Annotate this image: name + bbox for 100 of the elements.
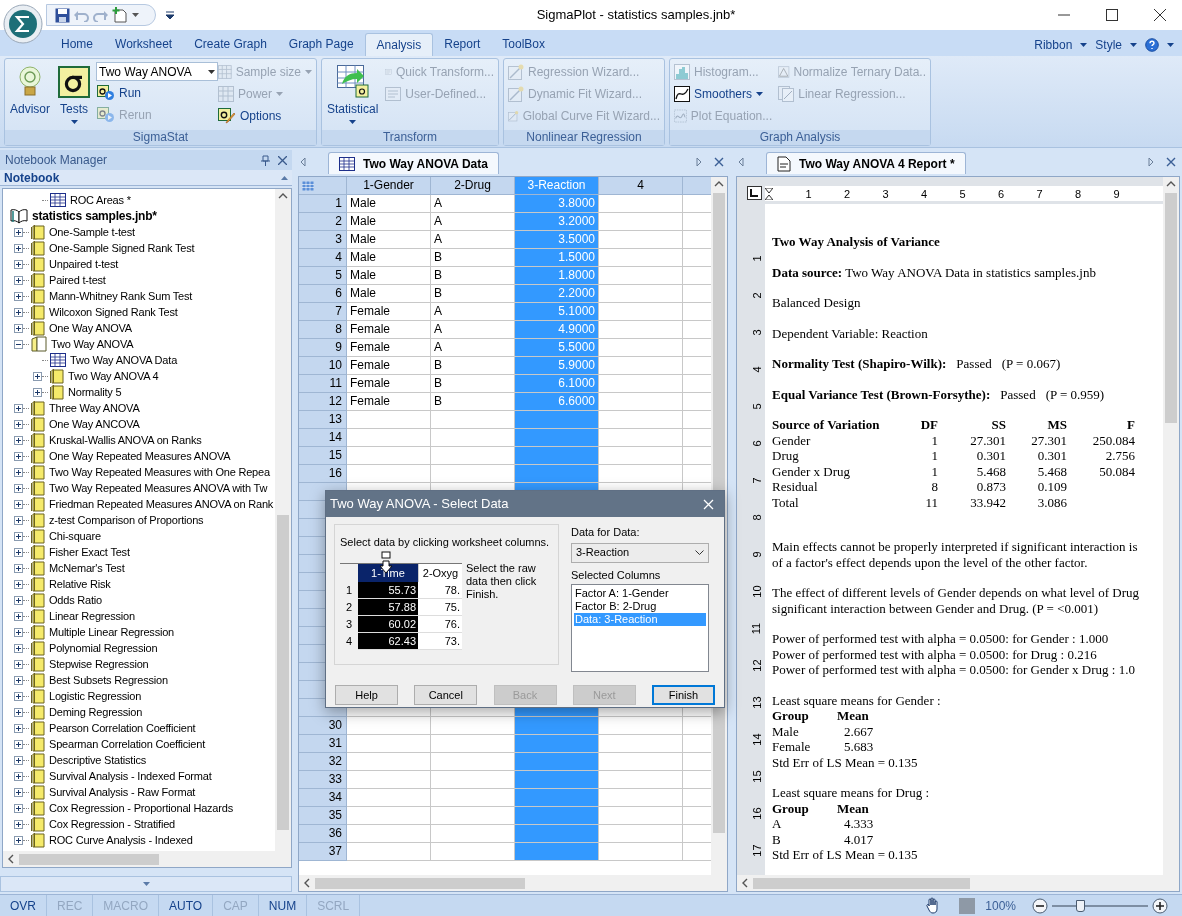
column-header[interactable]: 2-Oxyg	[418, 564, 462, 582]
close-icon[interactable]	[1154, 9, 1166, 21]
column-header[interactable]: 4	[599, 177, 683, 195]
expand-toggle[interactable]	[33, 371, 42, 381]
ribbon-tab[interactable]: ToolBox	[491, 33, 556, 56]
expand-toggle[interactable]	[14, 451, 23, 461]
tree-item[interactable]: One-Sample Signed Rank Test	[49, 239, 195, 257]
customize-icon[interactable]	[166, 11, 174, 19]
expand-toggle[interactable]	[14, 515, 23, 525]
column-header[interactable]: 1-Gender	[347, 177, 431, 195]
scroll-left-icon[interactable]	[303, 878, 311, 888]
maximize-icon[interactable]	[1106, 9, 1118, 21]
tree-item[interactable]: Kruskal-Wallis ANOVA on Ranks	[49, 431, 202, 449]
scroll-thumb[interactable]	[753, 877, 970, 889]
tree-item[interactable]: Paired t-test	[49, 271, 106, 289]
large-command-button[interactable]: Tests	[56, 62, 92, 130]
expand-toggle[interactable]	[14, 739, 23, 749]
test-select[interactable]: Two Way ANOVA	[96, 62, 218, 81]
expand-toggle[interactable]	[14, 659, 23, 669]
command-button[interactable]: Smoothers	[673, 84, 774, 104]
data-select[interactable]: 3-Reaction	[571, 542, 709, 563]
scroll-left-icon[interactable]	[7, 854, 15, 864]
ribbon-tab[interactable]: Graph Page	[277, 33, 365, 56]
expand-toggle[interactable]	[14, 435, 23, 445]
tree-item[interactable]: McNemar's Test	[49, 559, 125, 577]
expand-toggle[interactable]	[14, 291, 23, 301]
tree-item[interactable]: Mann-Whitney Rank Sum Test	[49, 287, 193, 305]
tree-item[interactable]: Odds Ratio	[49, 591, 103, 609]
tree-item[interactable]: Cox Regression - Stratified	[49, 815, 176, 833]
ribbon-tab[interactable]: Worksheet	[104, 33, 184, 56]
tree-item[interactable]: Two Way ANOVA Data	[70, 351, 178, 369]
tab-right-icon[interactable]	[696, 157, 702, 167]
expand-toggle[interactable]	[14, 675, 23, 685]
large-command-button[interactable]: Advisor	[8, 62, 52, 130]
zoom-out-icon[interactable]	[1032, 897, 1048, 914]
expand-toggle[interactable]	[14, 835, 23, 845]
dialog-button[interactable]: Cancel	[414, 685, 478, 705]
new-page-icon[interactable]	[112, 7, 128, 23]
expand-toggle[interactable]	[14, 723, 23, 733]
save-icon[interactable]	[55, 7, 70, 23]
help-icon[interactable]	[1145, 37, 1159, 52]
tab-left-icon[interactable]	[300, 157, 306, 167]
list-item[interactable]: Factor A: 1-Gender	[574, 587, 706, 600]
ribbon-tab[interactable]: Home	[50, 33, 104, 56]
list-item[interactable]: Factor B: 2-Drug	[574, 600, 706, 613]
tree-item[interactable]: Two Way ANOVA	[51, 335, 134, 353]
expand-toggle[interactable]	[14, 323, 23, 333]
expand-toggle[interactable]	[14, 499, 23, 509]
expand-toggle[interactable]	[14, 611, 23, 621]
dialog-button[interactable]: Help	[335, 685, 398, 705]
expand-toggle[interactable]	[14, 339, 23, 349]
expand-toggle[interactable]	[14, 419, 23, 429]
tree-item[interactable]: Spearman Correlation Coefficient	[49, 735, 206, 753]
dialog-button[interactable]: Finish	[652, 685, 715, 705]
large-command-button[interactable]: Statistical	[325, 62, 381, 130]
scroll-thumb[interactable]	[277, 515, 289, 830]
pin-icon[interactable]	[261, 154, 270, 166]
scroll-left-icon[interactable]	[741, 878, 749, 888]
expand-toggle[interactable]	[14, 259, 23, 269]
expand-toggle[interactable]	[14, 691, 23, 701]
expand-toggle[interactable]	[14, 595, 23, 605]
tree-item[interactable]: Two Way Repeated Measures ANOVA with Tw	[49, 479, 268, 497]
slider-thumb[interactable]	[1076, 899, 1086, 912]
expand-toggle[interactable]	[14, 243, 23, 253]
tree-item[interactable]: Best Subsets Regression	[49, 671, 168, 689]
command-button[interactable]: Options	[217, 106, 313, 126]
menu-button[interactable]: Ribbon	[1034, 35, 1088, 54]
vertical-scrollbar[interactable]	[275, 189, 291, 851]
tree-item[interactable]: Logistic Regression	[49, 687, 142, 705]
tree-item[interactable]: ROC Curve Analysis - Indexed	[49, 831, 193, 849]
expand-toggle[interactable]	[14, 627, 23, 637]
scroll-thumb[interactable]	[1165, 193, 1177, 423]
expand-toggle[interactable]	[14, 755, 23, 765]
tree-item[interactable]: Linear Regression	[49, 607, 135, 625]
tree-item[interactable]: One-Sample t-test	[49, 223, 135, 241]
tree-item[interactable]: ROC Areas *	[70, 191, 131, 209]
expand-toggle[interactable]	[14, 579, 23, 589]
command-button[interactable]: Run	[96, 83, 213, 103]
tab-stop-icon[interactable]	[747, 186, 762, 200]
ribbon-tab[interactable]: Report	[433, 33, 492, 56]
expand-toggle[interactable]	[14, 819, 23, 829]
tree-item[interactable]: Survival Analysis - Indexed Format	[49, 767, 212, 785]
expand-toggle[interactable]	[14, 547, 23, 557]
collapse-icon[interactable]	[281, 175, 288, 180]
tab-right-icon[interactable]	[1148, 157, 1154, 167]
tree-item[interactable]: Relative Risk	[49, 575, 111, 593]
vertical-scrollbar[interactable]	[1163, 177, 1179, 875]
tree-item[interactable]: Multiple Linear Regression	[49, 623, 175, 641]
column-header[interactable]: 1-Time	[358, 564, 418, 582]
expand-toggle[interactable]	[14, 787, 23, 797]
tree-item[interactable]: Friedman Repeated Measures ANOVA on Rank	[49, 495, 274, 513]
ribbon-tab[interactable]: Analysis	[364, 33, 434, 56]
tree-item[interactable]: Polynomial Regression	[49, 639, 158, 657]
tree-item[interactable]: Descriptive Statistics	[49, 751, 147, 769]
expand-toggle[interactable]	[14, 643, 23, 653]
tree-item[interactable]: One Way ANOVA	[49, 319, 132, 337]
ribbon-tab[interactable]: Create Graph	[183, 33, 278, 56]
expand-toggle[interactable]	[14, 563, 23, 573]
tree-item[interactable]: statistics samples.jnb*	[32, 207, 157, 225]
tree-item[interactable]: Two Way Repeated Measures with One Repea	[49, 463, 270, 481]
